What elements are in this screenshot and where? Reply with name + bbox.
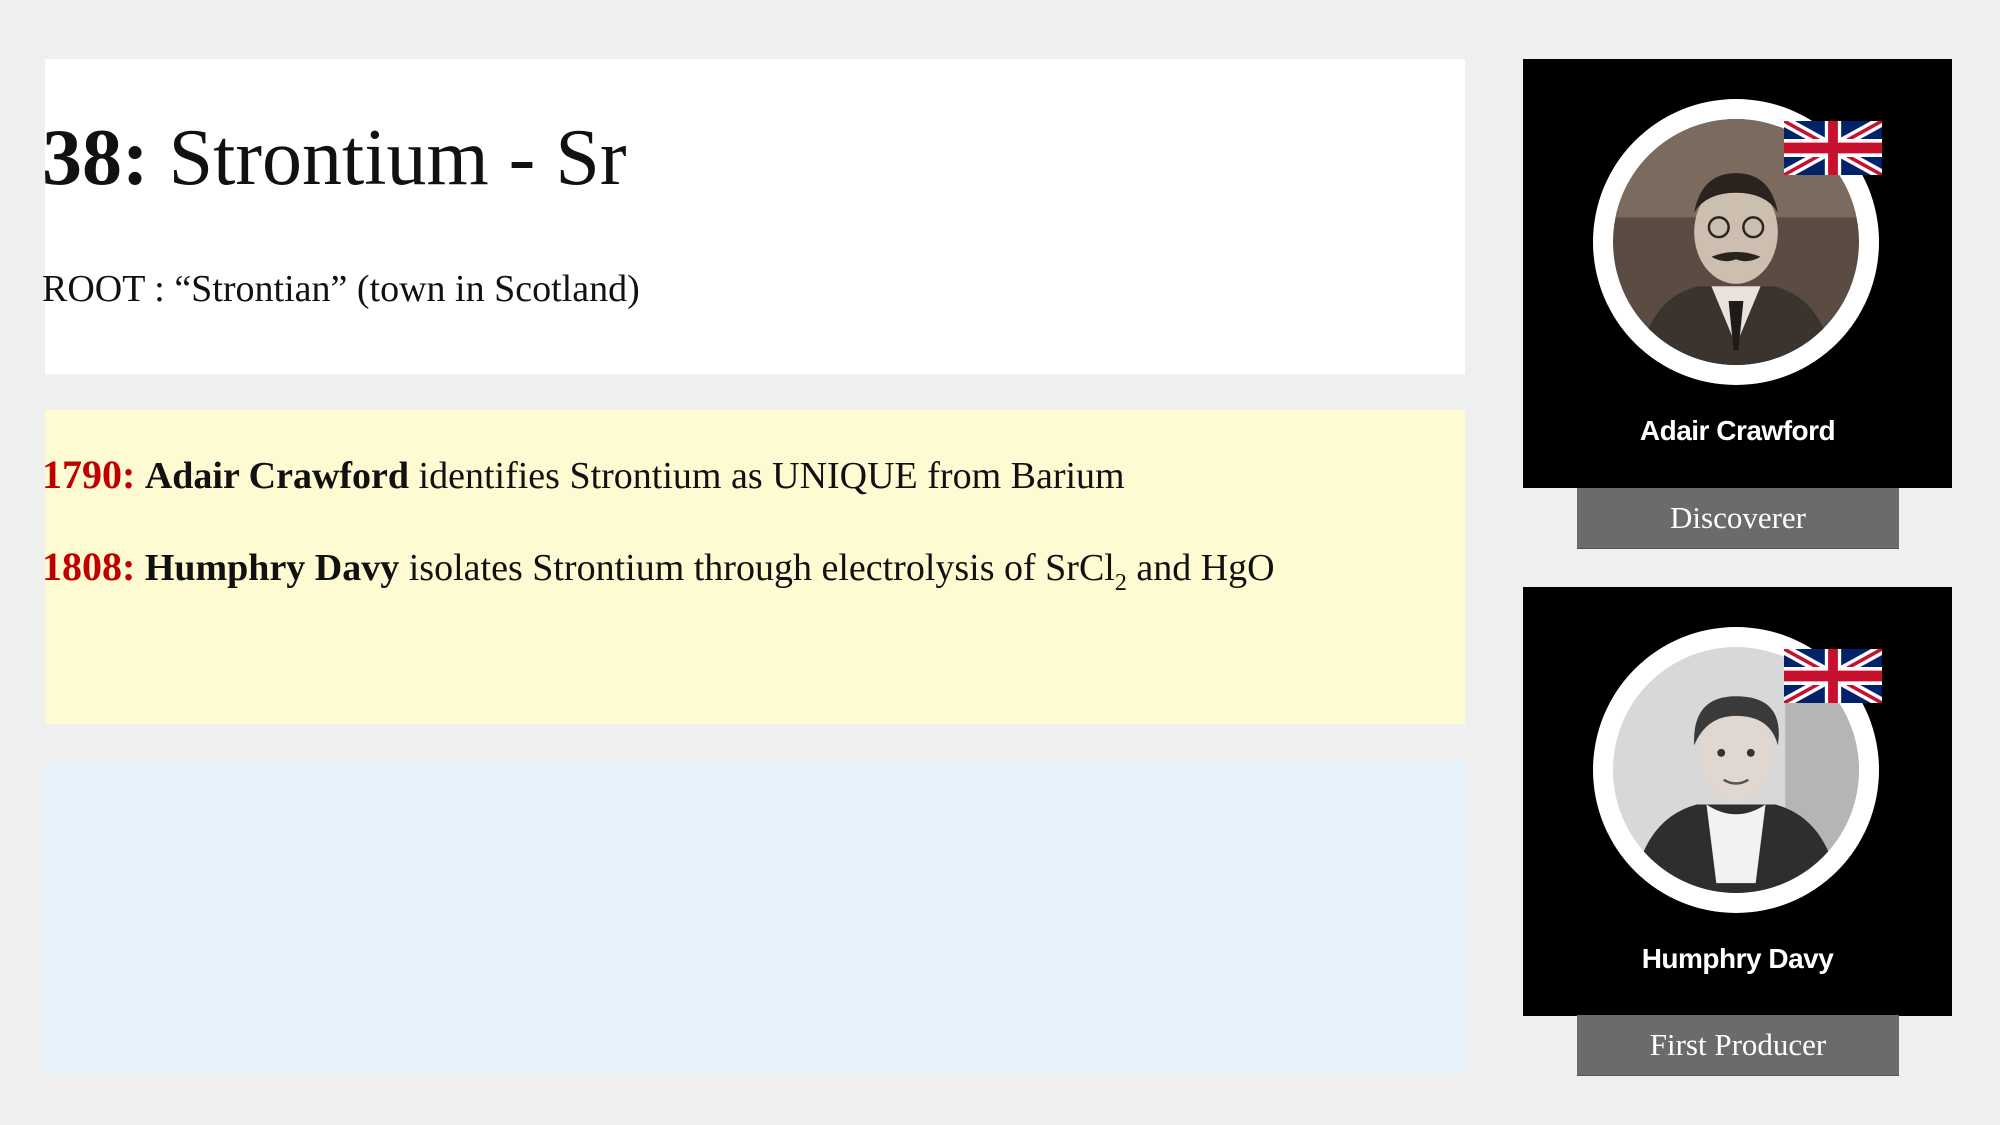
- role-label-first-producer: First Producer: [1577, 1015, 1899, 1075]
- history-event: 1790: Adair Crawford identifies Strontiu…: [42, 452, 1125, 497]
- event-person: Humphry Davy: [144, 547, 400, 589]
- etymology-root: ROOT : “Strontian” (town in Scotland): [42, 268, 640, 310]
- history-event: 1808: Humphry Davy isolates Strontium th…: [42, 544, 1275, 596]
- uk-flag-icon: [1784, 121, 1882, 175]
- person-card-davy: Humphry Davy: [1523, 587, 1952, 1016]
- subscript-2: 2: [1114, 570, 1127, 596]
- event-text: identifies Strontium as UNIQUE from Bari…: [418, 455, 1125, 497]
- event-person: Adair Crawford: [144, 455, 410, 497]
- atomic-number: 38:: [42, 114, 149, 202]
- page-title: 38: Strontium - Sr: [42, 118, 626, 198]
- person-card-crawford: Adair Crawford: [1523, 59, 1952, 488]
- uk-flag-icon: [1784, 649, 1882, 703]
- role-label-discoverer: Discoverer: [1577, 488, 1899, 548]
- event-text: isolates Strontium through electrolysis …: [408, 547, 1115, 589]
- notes-panel: [45, 761, 1465, 1074]
- person-name: Humphry Davy: [1641, 943, 1834, 974]
- element-name-symbol: Strontium - Sr: [168, 114, 627, 202]
- title-panel: [45, 59, 1465, 374]
- event-text-after: and HgO: [1136, 547, 1275, 589]
- event-year: 1790:: [42, 452, 136, 497]
- person-name: Adair Crawford: [1639, 415, 1836, 446]
- event-year: 1808:: [42, 544, 136, 589]
